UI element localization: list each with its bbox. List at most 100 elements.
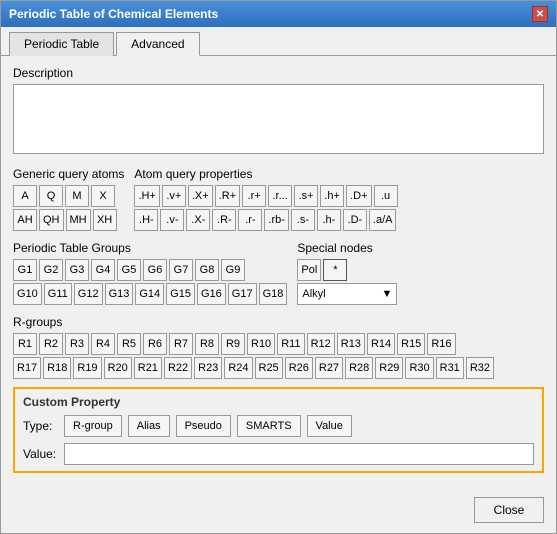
btn-pseudo-type[interactable]: Pseudo xyxy=(176,415,231,437)
btn-v+[interactable]: .v+ xyxy=(162,185,186,207)
special-row1: Pol * xyxy=(297,259,544,281)
btn-R11[interactable]: R11 xyxy=(277,333,304,355)
btn-r+[interactable]: .r+ xyxy=(242,185,266,207)
btn-G17[interactable]: G17 xyxy=(228,283,257,305)
btn-G5[interactable]: G5 xyxy=(117,259,141,281)
btn-R15[interactable]: R15 xyxy=(397,333,425,355)
btn-R30[interactable]: R30 xyxy=(405,357,433,379)
btn-R16[interactable]: R16 xyxy=(427,333,455,355)
alkyl-dropdown[interactable]: Alkyl ▼ xyxy=(297,283,397,305)
btn-G12[interactable]: G12 xyxy=(74,283,103,305)
btn-r-[interactable]: .r- xyxy=(238,209,262,231)
btn-R28[interactable]: R28 xyxy=(345,357,373,379)
btn-s-[interactable]: .s- xyxy=(291,209,315,231)
btn-G10[interactable]: G10 xyxy=(13,283,42,305)
btn-Pol[interactable]: Pol xyxy=(297,259,321,281)
btn-R26[interactable]: R26 xyxy=(285,357,313,379)
chevron-down-icon: ▼ xyxy=(381,288,392,300)
btn-G6[interactable]: G6 xyxy=(143,259,167,281)
btn-R23[interactable]: R23 xyxy=(194,357,222,379)
btn-rb-[interactable]: .rb- xyxy=(264,209,289,231)
close-icon[interactable]: ✕ xyxy=(532,6,548,22)
btn-G13[interactable]: G13 xyxy=(105,283,134,305)
value-input[interactable] xyxy=(64,443,534,465)
tab-periodic-table[interactable]: Periodic Table xyxy=(9,32,114,56)
btn-H-[interactable]: .H- xyxy=(134,209,158,231)
btn-R21[interactable]: R21 xyxy=(134,357,162,379)
custom-property-label: Custom Property xyxy=(23,395,534,409)
btn-R13[interactable]: R13 xyxy=(337,333,365,355)
btn-R19[interactable]: R19 xyxy=(73,357,101,379)
btn-G4[interactable]: G4 xyxy=(91,259,115,281)
btn-MH[interactable]: MH xyxy=(66,209,91,231)
btn-R2[interactable]: R2 xyxy=(39,333,63,355)
btn-G9[interactable]: G9 xyxy=(221,259,245,281)
btn-X+[interactable]: .X+ xyxy=(188,185,213,207)
btn-M[interactable]: M xyxy=(65,185,89,207)
btn-rgroup-type[interactable]: R-group xyxy=(64,415,122,437)
btn-G1[interactable]: G1 xyxy=(13,259,37,281)
btn-R12[interactable]: R12 xyxy=(307,333,335,355)
btn-R20[interactable]: R20 xyxy=(104,357,132,379)
btn-QH[interactable]: QH xyxy=(39,209,64,231)
btn-G2[interactable]: G2 xyxy=(39,259,63,281)
atom-row2: .H- .v- .X- .R- .r- .rb- .s- .h- .D- .a/… xyxy=(134,209,544,231)
btn-R31[interactable]: R31 xyxy=(436,357,464,379)
btn-X-[interactable]: .X- xyxy=(186,209,210,231)
btn-s+[interactable]: .s+ xyxy=(294,185,318,207)
btn-R22[interactable]: R22 xyxy=(164,357,192,379)
btn-D+[interactable]: .D+ xyxy=(346,185,371,207)
btn-A[interactable]: A xyxy=(13,185,37,207)
btn-G11[interactable]: G11 xyxy=(44,283,72,305)
btn-R3[interactable]: R3 xyxy=(65,333,89,355)
btn-R10[interactable]: R10 xyxy=(247,333,275,355)
btn-smarts-type[interactable]: SMARTS xyxy=(237,415,301,437)
btn-D-[interactable]: .D- xyxy=(343,209,367,231)
btn-R+[interactable]: .R+ xyxy=(215,185,240,207)
btn-G15[interactable]: G15 xyxy=(166,283,195,305)
btn-R24[interactable]: R24 xyxy=(224,357,252,379)
close-button[interactable]: Close xyxy=(474,497,544,523)
btn-R14[interactable]: R14 xyxy=(367,333,395,355)
btn-G16[interactable]: G16 xyxy=(197,283,226,305)
btn-alias-type[interactable]: Alias xyxy=(128,415,170,437)
btn-h-[interactable]: .h- xyxy=(317,209,341,231)
btn-R32[interactable]: R32 xyxy=(466,357,494,379)
btn-G7[interactable]: G7 xyxy=(169,259,193,281)
btn-value-type[interactable]: Value xyxy=(307,415,352,437)
btn-R4[interactable]: R4 xyxy=(91,333,115,355)
btn-R6[interactable]: R6 xyxy=(143,333,167,355)
btn-G18[interactable]: G18 xyxy=(259,283,288,305)
btn-H+[interactable]: .H+ xyxy=(134,185,159,207)
btn-Q[interactable]: Q xyxy=(39,185,63,207)
btn-R25[interactable]: R25 xyxy=(255,357,283,379)
generic-row1: A Q M X xyxy=(13,185,124,207)
btn-R1[interactable]: R1 xyxy=(13,333,37,355)
btn-aA[interactable]: .a/A xyxy=(369,209,397,231)
btn-u[interactable]: .u xyxy=(374,185,398,207)
btn-r...[interactable]: .r... xyxy=(268,185,292,207)
btn-R-[interactable]: .R- xyxy=(212,209,236,231)
btn-h+[interactable]: .h+ xyxy=(320,185,344,207)
btn-X[interactable]: X xyxy=(91,185,115,207)
btn-R29[interactable]: R29 xyxy=(375,357,403,379)
special-nodes-label: Special nodes xyxy=(297,241,544,255)
btn-XH[interactable]: XH xyxy=(93,209,117,231)
btn-R17[interactable]: R17 xyxy=(13,357,41,379)
description-textarea[interactable] xyxy=(13,84,544,154)
btn-R5[interactable]: R5 xyxy=(117,333,141,355)
btn-R18[interactable]: R18 xyxy=(43,357,71,379)
btn-G3[interactable]: G3 xyxy=(65,259,89,281)
main-window: Periodic Table of Chemical Elements ✕ Pe… xyxy=(0,0,557,534)
btn-R7[interactable]: R7 xyxy=(169,333,193,355)
btn-G8[interactable]: G8 xyxy=(195,259,219,281)
btn-G14[interactable]: G14 xyxy=(135,283,164,305)
btn-R27[interactable]: R27 xyxy=(315,357,343,379)
btn-v-[interactable]: .v- xyxy=(160,209,184,231)
btn-AH[interactable]: AH xyxy=(13,209,37,231)
tab-advanced[interactable]: Advanced xyxy=(116,32,199,56)
title-bar: Periodic Table of Chemical Elements ✕ xyxy=(1,1,556,27)
btn-R9[interactable]: R9 xyxy=(221,333,245,355)
btn-asterisk[interactable]: * xyxy=(323,259,347,281)
btn-R8[interactable]: R8 xyxy=(195,333,219,355)
